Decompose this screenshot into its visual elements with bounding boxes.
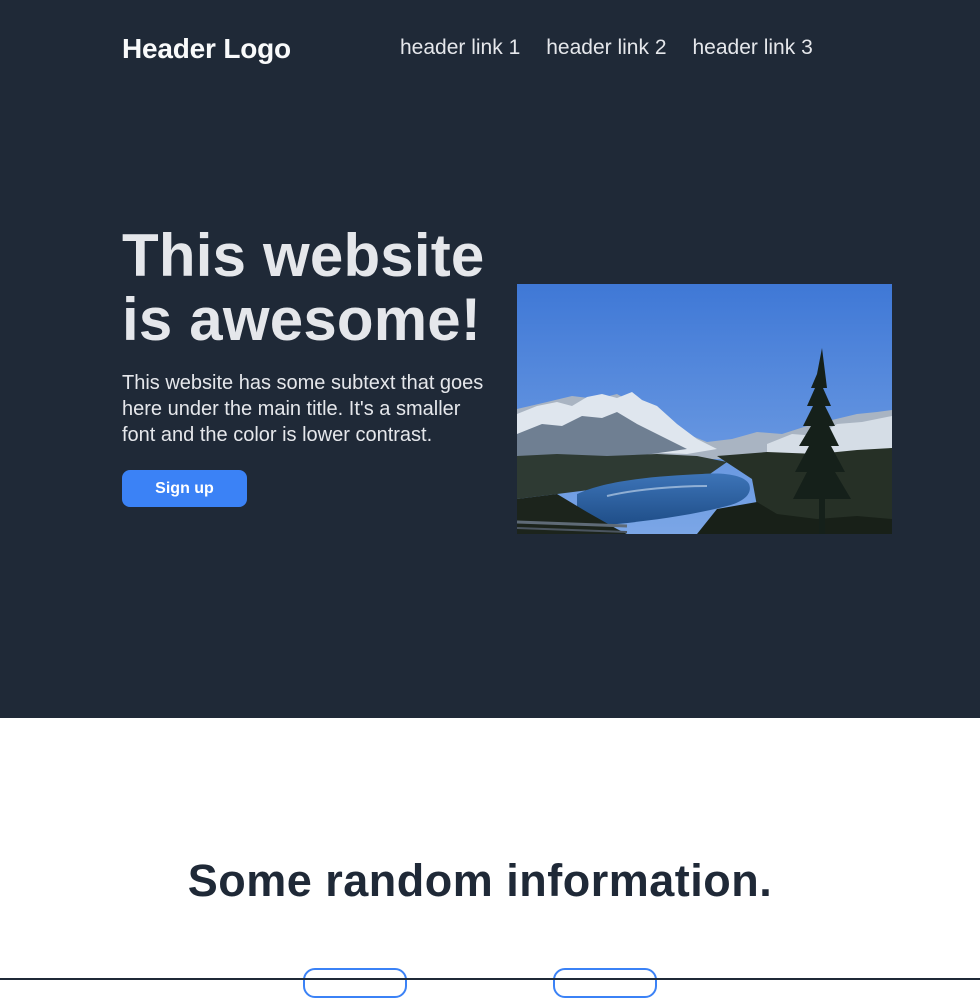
header-nav: header link 1 header link 2 header link … — [400, 36, 813, 60]
hero-image — [517, 284, 892, 534]
info-section-title: Some random information. — [187, 855, 773, 906]
info-card-1[interactable] — [303, 968, 407, 998]
signup-button[interactable]: Sign up — [122, 470, 247, 507]
header-logo[interactable]: Header Logo — [122, 33, 291, 65]
site-header: Header Logo header link 1 header link 2 … — [122, 30, 862, 70]
header-link-2[interactable]: header link 2 — [546, 36, 666, 60]
info-card-2[interactable] — [553, 968, 657, 998]
header-link-3[interactable]: header link 3 — [693, 36, 813, 60]
hero-section: Header Logo header link 1 header link 2 … — [0, 0, 980, 718]
mountain-lake-photo — [517, 284, 892, 534]
hero-text-block: This website is awesome! This website ha… — [122, 224, 502, 507]
header-link-1[interactable]: header link 1 — [400, 36, 520, 60]
hero-title: This website is awesome! — [122, 222, 485, 353]
hero-subtext: This website has some subtext that goes … — [122, 372, 484, 446]
